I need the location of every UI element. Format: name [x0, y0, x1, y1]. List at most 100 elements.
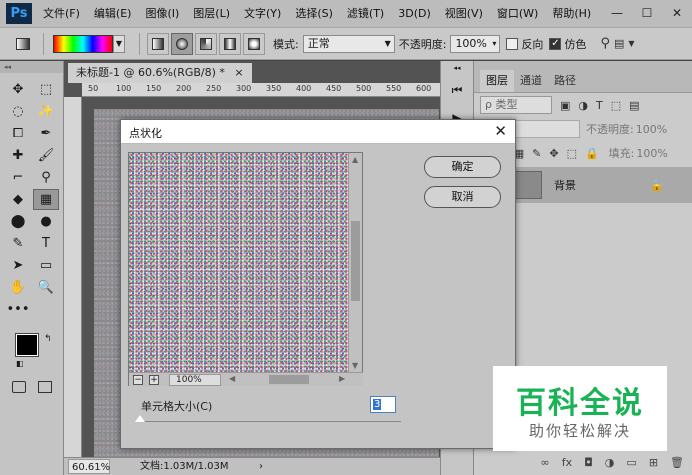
- scroll-down-icon[interactable]: ▼: [352, 361, 358, 370]
- cell-size-slider-handle[interactable]: [135, 415, 145, 422]
- dodge-tool-icon[interactable]: ●: [33, 211, 59, 232]
- dialog-titlebar[interactable]: 点状化 ✕: [121, 120, 515, 144]
- adjustment-filter-icon[interactable]: ◑: [578, 99, 588, 112]
- collapse-icon[interactable]: ◂◂: [446, 63, 468, 73]
- lock-all-icon[interactable]: 🔒: [585, 147, 599, 160]
- image-filter-icon[interactable]: ▣: [560, 99, 570, 112]
- eyedropper-tool-icon[interactable]: ✒: [33, 123, 59, 144]
- layer-opacity-value[interactable]: 100%: [636, 123, 667, 136]
- blur-tool-icon[interactable]: ⬤: [5, 211, 31, 232]
- menu-3d[interactable]: 3D(D): [391, 0, 438, 27]
- scroll-left-icon[interactable]: ◀: [229, 374, 235, 383]
- tool-preset-picker[interactable]: [8, 32, 38, 56]
- quick-mask-icon[interactable]: [12, 381, 26, 393]
- menu-image[interactable]: 图像(I): [138, 0, 186, 27]
- tab-paths[interactable]: 路径: [548, 70, 582, 92]
- zoom-level-field[interactable]: 60.61%: [68, 459, 110, 474]
- dither-checkbox[interactable]: ✓: [549, 37, 562, 50]
- lock-pixels-icon[interactable]: ✎: [532, 147, 541, 160]
- type-filter-icon[interactable]: T: [596, 99, 603, 112]
- new-layer-icon[interactable]: ⊞: [649, 456, 658, 469]
- crop-tool-icon[interactable]: ⧠: [5, 123, 31, 144]
- menu-file[interactable]: 文件(F): [36, 0, 87, 27]
- preview-image[interactable]: [129, 153, 349, 372]
- close-icon[interactable]: ×: [234, 66, 243, 79]
- hand-tool-icon[interactable]: ✋: [5, 277, 31, 298]
- zoom-in-button[interactable]: +: [149, 375, 159, 385]
- more-tools-icon[interactable]: •••: [5, 299, 31, 320]
- zoom-out-button[interactable]: −: [133, 375, 143, 385]
- delete-layer-icon[interactable]: 🗑: [670, 456, 684, 469]
- tab-layers[interactable]: 图层: [480, 70, 514, 92]
- menu-help[interactable]: 帮助(H): [545, 0, 598, 27]
- new-group-icon[interactable]: ▭: [626, 456, 636, 469]
- mode-select[interactable]: 正常 ▼: [302, 34, 395, 53]
- marquee-tool-icon[interactable]: ⬚: [33, 79, 59, 100]
- adjustment-layer-icon[interactable]: ◑: [605, 456, 615, 469]
- tab-channels[interactable]: 通道: [514, 70, 548, 92]
- preview-vertical-scrollbar[interactable]: ▲ ▼: [348, 153, 362, 372]
- close-window-button[interactable]: ✕: [662, 0, 692, 27]
- menu-filter[interactable]: 滤镜(T): [340, 0, 391, 27]
- screen-mode-icon[interactable]: [38, 381, 52, 393]
- radial-gradient-button[interactable]: [171, 32, 193, 55]
- cell-size-input[interactable]: 3: [370, 396, 396, 413]
- scrollbar-thumb[interactable]: [269, 375, 309, 384]
- brush-tool-icon[interactable]: 🖌: [33, 145, 59, 166]
- scrollbar-thumb[interactable]: [351, 221, 360, 301]
- document-tab[interactable]: 未标题-1 @ 60.6%(RGB/8) * ×: [68, 63, 252, 83]
- fill-value[interactable]: 100%: [636, 147, 667, 160]
- move-tool-icon[interactable]: ✥: [5, 79, 31, 100]
- opacity-input[interactable]: 100% ▾: [450, 34, 501, 53]
- lasso-tool-icon[interactable]: ◌: [5, 101, 31, 122]
- search-icon[interactable]: ⚲: [600, 36, 610, 51]
- rectangle-tool-icon[interactable]: ▭: [33, 255, 59, 276]
- chevron-down-icon[interactable]: ▼: [113, 34, 125, 53]
- chevron-down-icon[interactable]: ▼: [628, 39, 634, 48]
- scroll-right-icon[interactable]: ▶: [339, 374, 345, 383]
- swap-colors-icon[interactable]: ↰: [44, 334, 52, 344]
- layer-filter-select[interactable]: ρ 类型: [480, 96, 552, 114]
- healing-brush-tool-icon[interactable]: ✚: [5, 145, 31, 166]
- lock-artboard-icon[interactable]: ⬚: [567, 147, 577, 160]
- chevron-right-icon[interactable]: ›: [259, 458, 263, 475]
- diamond-gradient-button[interactable]: [243, 32, 265, 55]
- type-tool-icon[interactable]: T: [33, 233, 59, 254]
- menu-type[interactable]: 文字(Y): [237, 0, 288, 27]
- eraser-tool-icon[interactable]: ◆: [5, 189, 31, 210]
- menu-window[interactable]: 窗口(W): [490, 0, 545, 27]
- default-colors-icon[interactable]: ◧: [16, 359, 24, 368]
- maximize-button[interactable]: ☐: [632, 0, 662, 27]
- close-icon[interactable]: ✕: [494, 122, 507, 140]
- lock-position-icon[interactable]: ✥: [549, 147, 558, 160]
- workspace-icon[interactable]: ▤: [614, 37, 624, 50]
- cell-size-slider-track[interactable]: [139, 421, 401, 422]
- menu-edit[interactable]: 编辑(E): [87, 0, 139, 27]
- layer-style-icon[interactable]: fx: [562, 456, 572, 469]
- clone-stamp-tool-icon[interactable]: ⌐: [5, 167, 31, 188]
- gradient-picker-swatch[interactable]: [53, 34, 113, 53]
- link-layers-icon[interactable]: ∞: [541, 456, 550, 469]
- history-panel-icon[interactable]: ⏮: [446, 79, 468, 101]
- ok-button[interactable]: 确定: [424, 156, 501, 178]
- menu-layer[interactable]: 图层(L): [186, 0, 237, 27]
- shape-filter-icon[interactable]: ⬚: [611, 99, 621, 112]
- menu-view[interactable]: 视图(V): [438, 0, 490, 27]
- reflected-gradient-button[interactable]: [219, 32, 241, 55]
- path-selection-tool-icon[interactable]: ➤: [5, 255, 31, 276]
- scroll-up-icon[interactable]: ▲: [352, 155, 358, 164]
- minimize-button[interactable]: —: [602, 0, 632, 27]
- magic-wand-tool-icon[interactable]: ✨: [33, 101, 59, 122]
- cancel-button[interactable]: 取消: [424, 186, 501, 208]
- foreground-color-swatch[interactable]: [15, 333, 39, 357]
- angle-gradient-button[interactable]: [195, 32, 217, 55]
- history-brush-tool-icon[interactable]: ⚲: [33, 167, 59, 188]
- reverse-checkbox[interactable]: [506, 37, 519, 50]
- menu-select[interactable]: 选择(S): [288, 0, 340, 27]
- toolbox-header[interactable]: ◂◂: [0, 61, 63, 73]
- zoom-tool-icon[interactable]: 🔍: [33, 277, 59, 298]
- pen-tool-icon[interactable]: ✎: [5, 233, 31, 254]
- smart-object-filter-icon[interactable]: ▤: [629, 99, 639, 112]
- linear-gradient-button[interactable]: [147, 32, 169, 55]
- gradient-tool-icon[interactable]: ▦: [33, 189, 59, 210]
